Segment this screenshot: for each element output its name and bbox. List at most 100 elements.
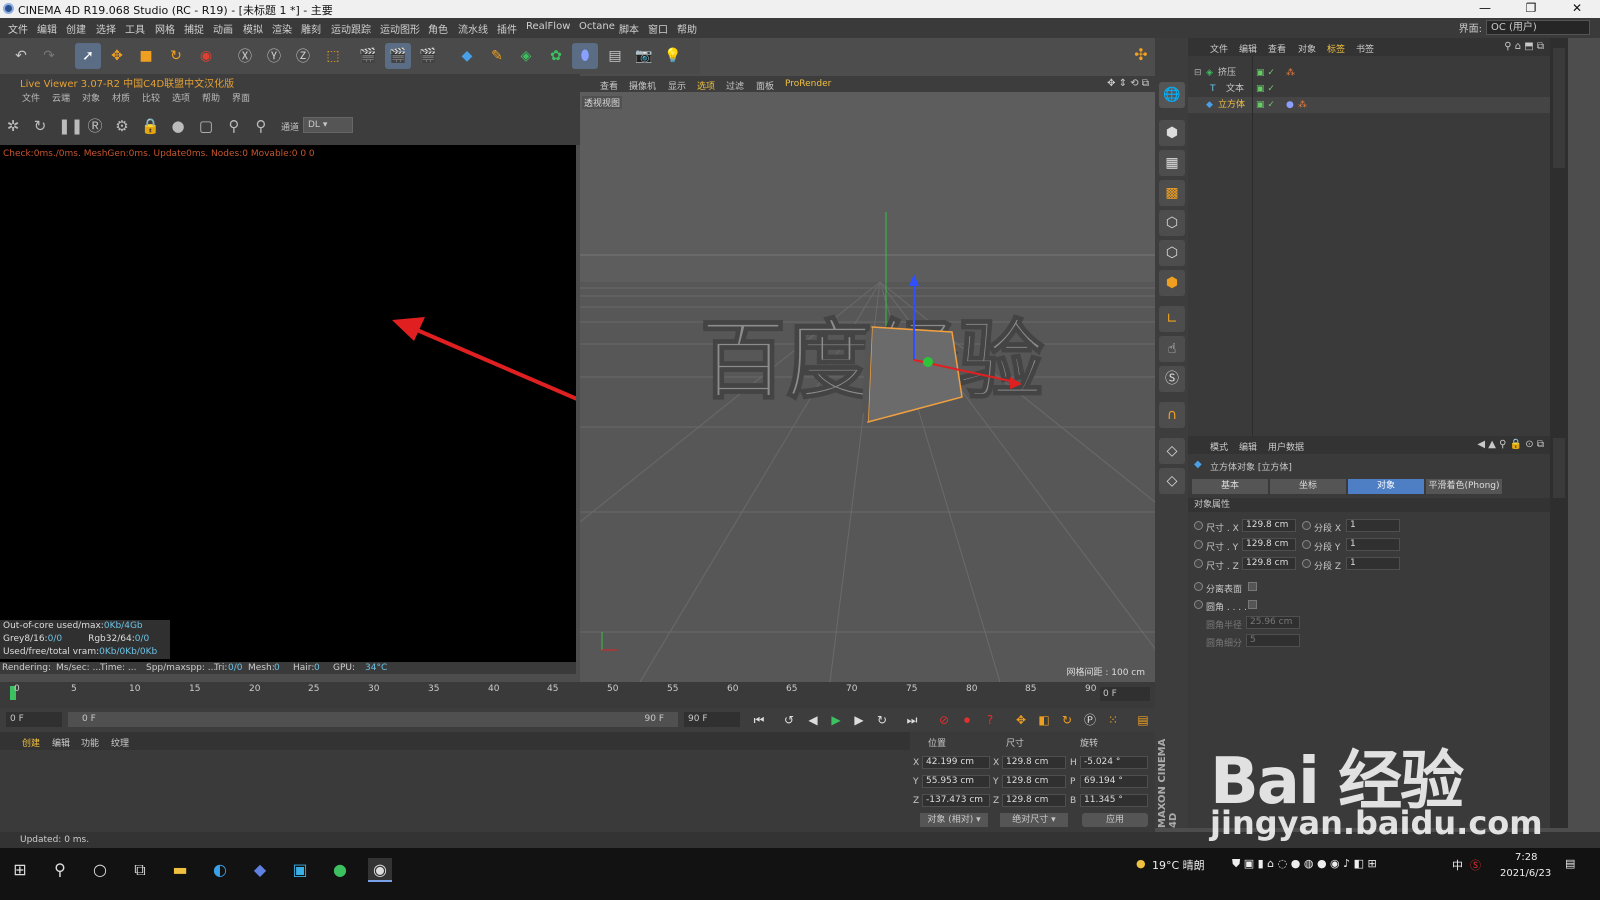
key-scale-icon[interactable]: ◧ <box>1035 711 1053 729</box>
go-to-end-icon[interactable]: ⏭ <box>903 711 921 729</box>
vp-menu-filter[interactable]: 过滤 <box>726 79 744 92</box>
restart-render-icon[interactable]: ↻ <box>31 117 49 135</box>
vp-menu-panel[interactable]: 面板 <box>756 79 774 92</box>
menu-script[interactable]: 脚本 <box>619 21 639 36</box>
menu-octane[interactable]: Octane <box>579 21 615 32</box>
menu-window[interactable]: 窗口 <box>648 21 668 36</box>
tab-coord[interactable]: 坐标 <box>1270 479 1346 494</box>
start-frame-field[interactable]: 0 F <box>6 712 62 727</box>
layout-dropdown[interactable]: OC (用户) <box>1486 20 1590 35</box>
size-z-coord-field[interactable]: 129.8 cm <box>1002 794 1066 807</box>
region-render-icon[interactable]: Ⓡ <box>86 117 104 135</box>
cortana-icon[interactable]: ○ <box>88 858 112 882</box>
next-frame-icon[interactable]: ▶ <box>850 711 868 729</box>
rot-h-field[interactable]: -5.024 ° <box>1080 756 1148 769</box>
material-pick-icon[interactable]: ⚲ <box>252 117 270 135</box>
scene-globe-icon[interactable]: 🌐 <box>1159 82 1185 108</box>
polygons-mode-icon[interactable]: ⬢ <box>1159 270 1185 296</box>
key-help-icon[interactable]: ? <box>981 711 999 729</box>
segments-z-radio[interactable] <box>1302 559 1311 568</box>
close-button[interactable]: ✕ <box>1554 0 1600 18</box>
menu-edit[interactable]: 编辑 <box>37 21 57 36</box>
side-tab-attributes[interactable] <box>1553 438 1565 498</box>
size-z-field[interactable]: 129.8 cm <box>1242 557 1296 570</box>
segments-x-radio[interactable] <box>1302 521 1311 530</box>
tag-icon[interactable]: ⁂ <box>1298 97 1307 113</box>
region-icon[interactable]: ▢ <box>197 117 215 135</box>
sogou-icon[interactable]: Ⓢ <box>1470 857 1481 873</box>
tweak-mode-icon[interactable]: ☝ <box>1159 336 1185 362</box>
om-nav-icons[interactable]: ⚲ ⌂ ⬒ ⧉ <box>1504 41 1544 52</box>
object-row-extrude[interactable]: ⊟ ◈ 挤压 ▣ ✓ ⁂ <box>1188 65 1550 81</box>
om-menu-view[interactable]: 查看 <box>1268 42 1286 55</box>
size-x-radio[interactable] <box>1194 521 1203 530</box>
menu-realflow[interactable]: RealFlow <box>526 21 570 32</box>
object-row-cube[interactable]: ◆ 立方体 ▣ ✓ ● ⁂ <box>1188 97 1550 113</box>
lv-menu-help[interactable]: 帮助 <box>202 91 220 104</box>
timeline-ruler[interactable]: 0 5 10 15 20 25 30 35 40 45 50 55 60 65 … <box>0 682 1155 708</box>
redo-icon[interactable]: ↷ <box>36 43 62 69</box>
play-icon[interactable]: ▶ <box>827 711 845 729</box>
channel-dropdown[interactable]: DL ▾ <box>303 117 353 133</box>
lv-menu-compare[interactable]: 比较 <box>142 91 160 104</box>
menu-plugins[interactable]: 插件 <box>497 21 517 36</box>
settings-gear-icon[interactable]: ⚙ <box>113 117 131 135</box>
size-x-coord-field[interactable]: 129.8 cm <box>1002 756 1066 769</box>
next-key-icon[interactable]: ↻ <box>873 711 891 729</box>
light-icon[interactable]: 💡 <box>660 43 686 69</box>
om-menu-edit[interactable]: 编辑 <box>1239 42 1257 55</box>
grid-enable-icon[interactable]: ◇ <box>1159 438 1185 464</box>
end-frame-field[interactable]: 90 F <box>684 712 740 727</box>
clock-date[interactable]: 2021/6/23 <box>1500 868 1551 879</box>
viewport-nav-icons[interactable]: ✥ ⇕ ⟲ ⧉ <box>1107 78 1149 89</box>
prev-frame-icon[interactable]: ◀ <box>804 711 822 729</box>
lv-menu-file[interactable]: 文件 <box>22 91 40 104</box>
separate-surfaces-radio[interactable] <box>1194 582 1203 591</box>
pos-x-field[interactable]: 42.199 cm <box>922 756 990 769</box>
segments-x-field[interactable]: 1 <box>1346 519 1400 532</box>
lv-menu-cloud[interactable]: 云端 <box>52 91 70 104</box>
visibility-check-icon[interactable]: ▣ ✓ <box>1256 97 1275 113</box>
frame-range-slider[interactable]: 0 F 90 F <box>68 712 678 727</box>
undo-icon[interactable]: ↶ <box>8 43 34 69</box>
menu-tools[interactable]: 工具 <box>125 21 145 36</box>
lv-menu-materials[interactable]: 材质 <box>112 91 130 104</box>
edges-mode-icon[interactable]: ⬡ <box>1159 240 1185 266</box>
menu-select[interactable]: 选择 <box>96 21 116 36</box>
render-picture-viewer-icon[interactable]: 🎬 <box>385 43 411 69</box>
y-axis-icon[interactable]: Ⓨ <box>261 43 287 69</box>
fillet-radio[interactable] <box>1194 600 1203 609</box>
pause-icon[interactable]: ❚❚ <box>58 117 83 135</box>
texture-mode-icon[interactable]: ▦ <box>1159 150 1185 176</box>
fillet-radius-field[interactable]: 25.96 cm <box>1246 616 1300 629</box>
live-select-icon[interactable]: ➚ <box>75 43 101 69</box>
vp-menu-prorender[interactable]: ProRender <box>785 79 831 89</box>
perspective-viewport[interactable]: 百度经验 透视视图 网格间距 : 100 cm <box>580 92 1155 682</box>
mat-menu-edit[interactable]: 编辑 <box>52 736 70 749</box>
am-menu-mode[interactable]: 模式 <box>1210 440 1228 453</box>
vp-menu-camera[interactable]: 摄像机 <box>629 79 656 92</box>
om-menu-bookmarks[interactable]: 书签 <box>1356 42 1374 55</box>
size-y-radio[interactable] <box>1194 540 1203 549</box>
rot-b-field[interactable]: 11.345 ° <box>1080 794 1148 807</box>
app-icon[interactable]: ◆ <box>248 858 272 882</box>
segments-y-radio[interactable] <box>1302 540 1311 549</box>
material-ball-icon[interactable]: ● <box>169 117 187 135</box>
size-z-radio[interactable] <box>1194 559 1203 568</box>
mat-menu-function[interactable]: 功能 <box>81 736 99 749</box>
wechat-icon[interactable]: ● <box>328 858 352 882</box>
fillet-subdivision-field[interactable]: 5 <box>1246 634 1300 647</box>
search-icon[interactable]: ⚲ <box>48 858 72 882</box>
menu-file[interactable]: 文件 <box>8 21 28 36</box>
timeline-layout-icon[interactable]: ▤ <box>1134 711 1152 729</box>
tab-object[interactable]: 对象 <box>1348 479 1424 494</box>
menu-pipeline[interactable]: 流水线 <box>458 21 488 36</box>
edge-browser-icon[interactable]: ◐ <box>208 858 232 882</box>
magnet-icon[interactable]: ∩ <box>1159 402 1185 428</box>
om-menu-objects[interactable]: 对象 <box>1298 42 1316 55</box>
menu-snap[interactable]: 捕捉 <box>184 21 204 36</box>
maximize-button[interactable]: ❐ <box>1508 0 1554 18</box>
focus-pick-icon[interactable]: ⚲ <box>225 117 243 135</box>
coord-mode-dropdown[interactable]: 对象 (相对) ▾ <box>920 813 988 827</box>
autokey-icon[interactable]: ⏺ <box>958 711 976 729</box>
